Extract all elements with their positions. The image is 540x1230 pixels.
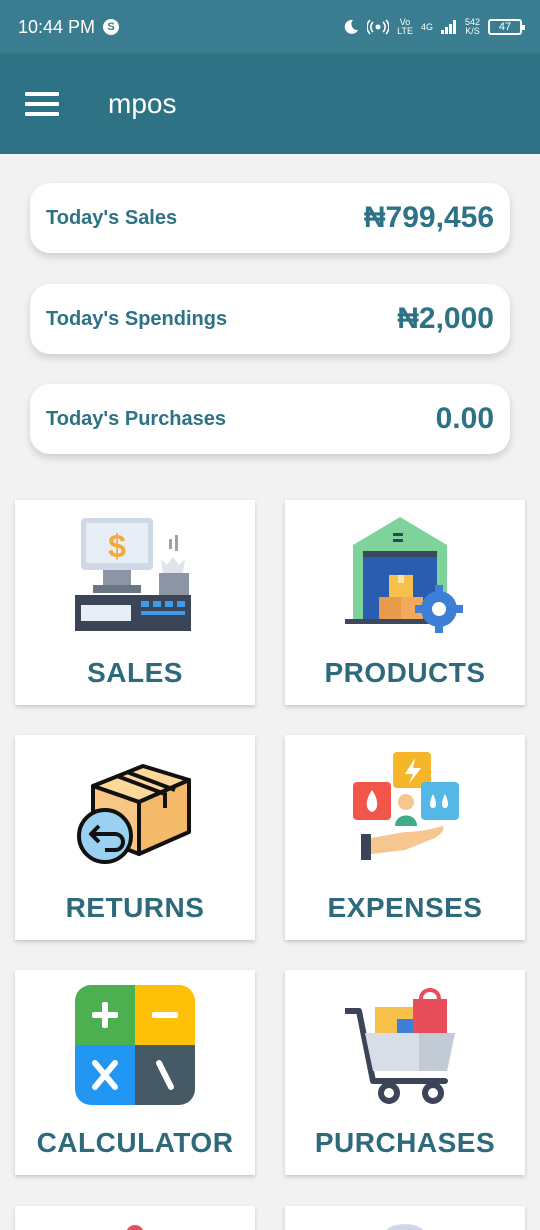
sales-tile[interactable]: $ SALES	[15, 500, 255, 705]
hamburger-menu-icon[interactable]	[25, 92, 59, 116]
todays-sales-card: Today's Sales ₦799,456	[30, 183, 510, 253]
stat-label: Today's Sales	[46, 206, 178, 229]
cash-register-icon: $	[75, 518, 191, 631]
partial-tile-icon	[386, 1224, 424, 1230]
calculator-tile[interactable]: CALCULATOR	[15, 970, 255, 1175]
app-bar: mpos	[0, 54, 540, 154]
status-bar: 10:44 PM S Vo LTE 4G 542 K/S 47	[0, 0, 540, 54]
network-type: 4G	[420, 21, 433, 32]
tile-label: PRODUCTS	[324, 657, 486, 688]
products-tile[interactable]: PRODUCTS	[285, 500, 525, 705]
tile-label: EXPENSES	[327, 892, 483, 923]
todays-purchases-card: Today's Purchases 0.00	[30, 384, 510, 454]
stat-value: 0.00	[435, 402, 494, 435]
skype-icon: S	[103, 19, 120, 35]
tile-label: CALCULATOR	[36, 1127, 234, 1158]
expenses-tile[interactable]: EXPENSES	[285, 735, 525, 940]
status-time: 10:44 PM	[18, 16, 96, 37]
moon-icon	[344, 19, 359, 34]
shopping-cart-icon	[345, 988, 455, 1104]
network-speed: 542 K/S	[464, 17, 480, 36]
hotspot-icon	[367, 19, 390, 35]
next-tile-right[interactable]	[285, 1206, 525, 1230]
utilities-expenses-icon	[353, 752, 459, 860]
status-icons: Vo LTE 4G 542 K/S 47	[343, 17, 525, 36]
purchases-tile[interactable]: PURCHASES	[285, 970, 525, 1175]
stat-value: ₦2,000	[397, 302, 494, 335]
stat-label: Today's Spendings	[46, 307, 228, 330]
tile-label: SALES	[87, 657, 183, 688]
stat-value: ₦799,456	[363, 201, 494, 234]
app-title: mpos	[108, 88, 177, 119]
tile-label: PURCHASES	[314, 1127, 496, 1158]
dashboard: Today's Sales ₦799,456 Today's Spendings…	[0, 154, 540, 1230]
box-return-icon	[77, 764, 191, 864]
signal-icon	[440, 20, 456, 34]
battery-level: 47	[498, 21, 512, 33]
tile-label: RETURNS	[65, 892, 205, 923]
svg-text:$: $	[108, 528, 126, 564]
calculator-icon	[75, 985, 195, 1105]
todays-spendings-card: Today's Spendings ₦2,000	[30, 284, 510, 354]
partial-tile-icon	[126, 1225, 144, 1230]
volte-indicator: Vo LTE	[397, 17, 413, 36]
warehouse-icon	[345, 517, 463, 633]
battery-icon: 47	[488, 19, 525, 35]
next-tile-left[interactable]	[15, 1206, 255, 1230]
returns-tile[interactable]: RETURNS	[15, 735, 255, 940]
stat-label: Today's Purchases	[46, 407, 227, 430]
